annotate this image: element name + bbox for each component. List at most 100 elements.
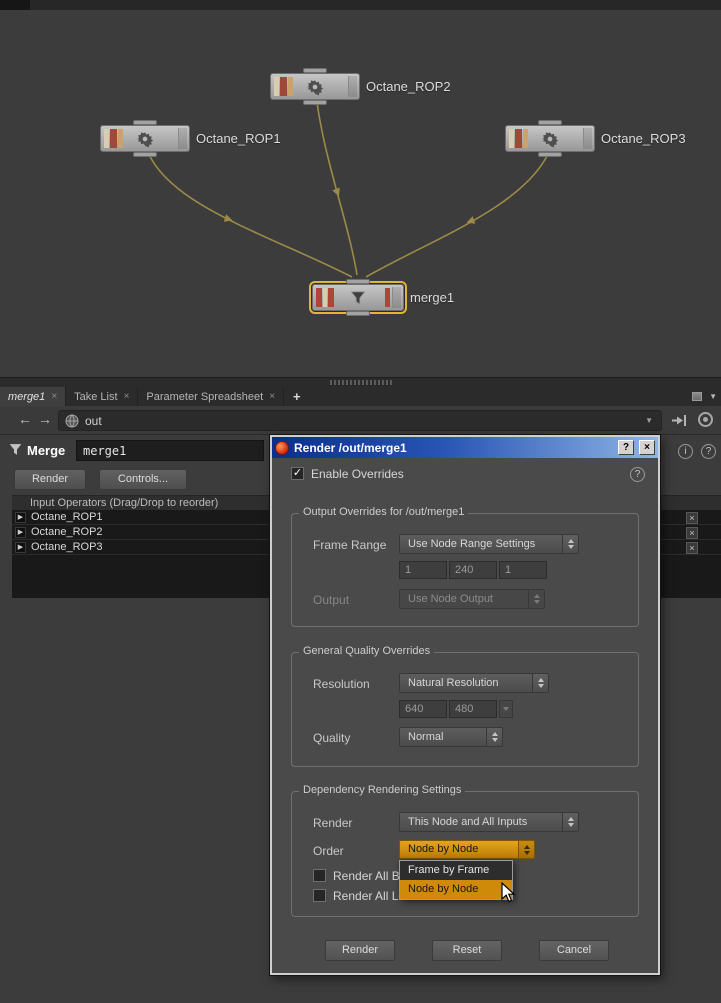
network-path-bar: ← → out ▼ [0,406,721,435]
dialog-render-button[interactable]: Render [325,940,395,961]
node-input-connector[interactable] [133,120,157,125]
spinner-icon[interactable] [562,534,579,554]
funnel-icon [8,442,23,457]
node-merge1[interactable] [312,279,404,316]
spinner-icon[interactable] [562,812,579,832]
tab-merge1[interactable]: merge1 × [0,387,67,406]
tab-parameter-spreadsheet[interactable]: Parameter Spreadsheet × [138,387,285,406]
close-icon[interactable]: × [269,391,275,402]
node-input-connector[interactable] [346,279,370,284]
close-icon[interactable]: × [51,391,57,402]
node-flag-bar[interactable] [178,128,187,149]
spinner-icon[interactable] [486,727,503,747]
node-color-stripe [328,288,334,307]
node-color-stripe [323,288,327,307]
dropdown-value: Natural Resolution [399,673,532,693]
order-dropdown[interactable]: Node by Node [399,840,535,859]
dropdown-value: Use Node Output [399,589,528,609]
node-output-connector[interactable] [346,311,370,316]
frame-range-label: Frame Range [313,538,387,552]
node-input-connector[interactable] [538,120,562,125]
remove-input-button[interactable]: × [686,512,698,524]
resolution-label: Resolution [313,677,370,691]
dialog-title-bar[interactable]: Render /out/merge1 ? × [272,437,658,458]
controls-button[interactable]: Controls... [99,469,187,490]
render-all-locked-checkbox[interactable] [313,889,326,902]
node-label: merge1 [410,290,455,305]
pane-splitter[interactable] [0,377,721,387]
node-color-stripe [280,77,287,96]
node-color-stripe [274,77,279,96]
enable-overrides-checkbox[interactable]: ✓ [291,467,304,480]
frame-start-field[interactable] [399,561,447,579]
back-icon[interactable]: ← [18,411,32,427]
quality-label: Quality [313,731,351,745]
spinner-icon[interactable] [532,673,549,693]
resolution-dropdown[interactable]: Natural Resolution [399,673,549,693]
node-color-stripe [316,288,322,307]
gear-icon [306,78,324,96]
network-editor[interactable]: Octane_ROP2 Octane_ROP1 Octane_ROP3 merg… [0,10,721,377]
rop-node-icon: ▶ [15,511,26,523]
dropdown-value: Use Node Range Settings [399,534,562,554]
dialog-reset-button[interactable]: Reset [432,940,502,961]
spinner-icon[interactable] [518,840,535,859]
node-color-stripe [288,77,293,96]
resolution-y-field[interactable] [449,700,497,718]
node-input-connector[interactable] [303,68,327,73]
dialog-cancel-button[interactable]: Cancel [539,940,609,961]
render-all-b-checkbox[interactable] [313,869,326,882]
remove-input-button[interactable]: × [686,542,698,554]
window-close-button[interactable]: × [639,440,655,455]
current-path: out [85,413,102,428]
add-tab-button[interactable]: + [284,387,310,406]
gear-icon [541,130,559,148]
gear-icon [136,130,154,148]
node-octane-rop2[interactable] [270,68,360,105]
menu-item-node-by-node[interactable]: Node by Node [400,880,512,899]
pin-icon[interactable] [672,414,687,427]
group-title: Output Overrides for /out/merge1 [299,506,469,518]
node-output-connector[interactable] [303,100,327,105]
node-output-connector[interactable] [133,152,157,157]
node-octane-rop3[interactable] [505,120,595,157]
frame-increment-field[interactable] [499,561,547,579]
forward-icon[interactable]: → [38,411,52,427]
octane-logo-icon [275,440,289,455]
node-flag-bar[interactable] [392,287,401,308]
info-icon[interactable]: i [678,444,693,459]
enable-overrides-label: Enable Overrides [311,467,404,481]
chevron-down-icon[interactable]: ▼ [645,416,655,425]
radial-menu-icon[interactable] [698,412,713,427]
node-color-stripe [118,129,123,148]
frame-range-dropdown[interactable]: Use Node Range Settings [399,534,579,554]
node-flag-bar[interactable] [348,76,357,97]
window-help-button[interactable]: ? [618,440,634,455]
help-icon[interactable]: ? [630,467,645,482]
node-name-input[interactable] [76,440,264,461]
menu-item-frame-by-frame[interactable]: Frame by Frame [400,861,512,880]
node-octane-rop1[interactable] [100,120,190,157]
frame-end-field[interactable] [449,561,497,579]
remove-input-button[interactable]: × [686,527,698,539]
close-icon[interactable]: × [124,391,130,402]
order-label: Order [313,844,344,858]
help-icon[interactable]: ? [701,444,716,459]
funnel-icon [350,290,367,306]
dropdown-value: This Node and All Inputs [399,812,562,832]
node-output-connector[interactable] [538,152,562,157]
render-mode-dropdown[interactable]: This Node and All Inputs [399,812,579,832]
node-flag-bar[interactable] [583,128,592,149]
pane-options-icon[interactable] [692,392,703,401]
splitter-grip-icon[interactable] [330,380,392,385]
quality-dropdown[interactable]: Normal [399,727,503,747]
chevron-down-icon[interactable]: ▼ [709,392,717,401]
group-title: General Quality Overrides [299,645,435,657]
rop-node-icon: ▶ [15,541,26,553]
path-input[interactable]: out ▼ [58,410,662,431]
list-item-label: Octane_ROP2 [31,526,103,538]
resolution-x-field[interactable] [399,700,447,718]
tab-take-list[interactable]: Take List × [66,387,139,406]
node-color-stripe [104,129,109,148]
render-button[interactable]: Render [14,469,86,490]
